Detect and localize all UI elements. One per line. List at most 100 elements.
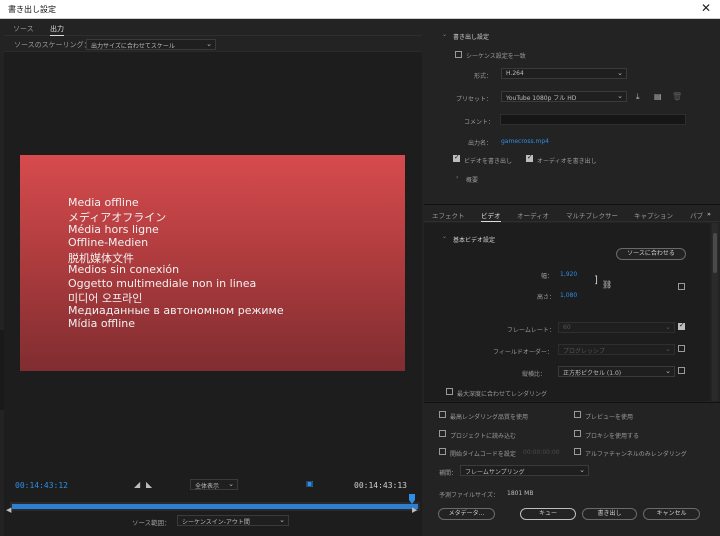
format-dropdown[interactable]: H.264 ⌄ bbox=[501, 68, 627, 79]
queue-button[interactable]: キュー bbox=[520, 508, 576, 520]
chevron-down-icon: ⌄ bbox=[617, 92, 623, 100]
chevron-down-icon: ⌄ bbox=[579, 466, 585, 474]
aspect-value: 正方形ピクセル (1.0) bbox=[563, 370, 622, 377]
output-name-link[interactable]: gamecross.mp4 bbox=[501, 138, 549, 145]
basic-video-title: 基本ビデオ設定 bbox=[453, 237, 496, 244]
chevron-down-icon: ⌄ bbox=[206, 40, 212, 48]
preview-line: Offline-Medien bbox=[68, 236, 149, 249]
timeline-range[interactable] bbox=[12, 504, 418, 509]
use-proxies-checkbox[interactable] bbox=[574, 430, 581, 437]
mark-out-icon[interactable]: ◣ bbox=[146, 480, 152, 489]
field-order-label: フィールドオーダー： bbox=[493, 349, 553, 356]
timecode-in[interactable]: 00:14:43:12 bbox=[15, 481, 68, 490]
match-sequence-label: シーケンス設定を一致 bbox=[466, 53, 526, 60]
filesize-value: 1801 MB bbox=[507, 490, 534, 497]
aspect-checkbox[interactable] bbox=[678, 367, 685, 374]
start-timecode-label: 開始タイムコードを設定 bbox=[450, 451, 516, 458]
source-range-dropdown[interactable]: シーケンスイン-アウト間 ⌄ bbox=[177, 515, 289, 526]
comment-label: コメント： bbox=[464, 119, 495, 126]
aspect-dropdown[interactable]: 正方形ピクセル (1.0) ⌄ bbox=[558, 366, 675, 377]
preset-dropdown[interactable]: YouTube 1080p フル HD ⌄ bbox=[501, 91, 627, 102]
scaling-dropdown[interactable]: 出力サイズに合わせてスケール ⌄ bbox=[86, 39, 216, 50]
max-depth-checkbox[interactable] bbox=[446, 388, 453, 395]
chevron-down-icon: ⌄ bbox=[665, 323, 671, 331]
tab-output[interactable]: 出力 bbox=[50, 24, 64, 36]
timecode-out[interactable]: 00:14:43:13 bbox=[354, 481, 407, 490]
import-preset-icon[interactable]: ▤ bbox=[654, 92, 662, 101]
match-sequence-checkbox[interactable] bbox=[455, 51, 462, 58]
tab-source[interactable]: ソース bbox=[13, 24, 34, 34]
tab-effects[interactable]: エフェクト bbox=[432, 210, 465, 220]
width-height-checkbox[interactable] bbox=[678, 283, 685, 290]
summary-label[interactable]: 概要 bbox=[466, 175, 478, 184]
playhead-icon[interactable] bbox=[409, 494, 415, 504]
use-previews-checkbox[interactable] bbox=[574, 411, 581, 418]
comment-field[interactable] bbox=[500, 114, 686, 125]
export-video-checkbox[interactable] bbox=[453, 153, 460, 162]
expand-icon[interactable]: ⌄ bbox=[442, 31, 447, 38]
scaling-row: ソースのスケーリング： 出力サイズに合わせてスケール ⌄ bbox=[4, 36, 422, 52]
tab-audio[interactable]: オーディオ bbox=[517, 210, 549, 220]
source-range-value: シーケンスイン-アウト間 bbox=[182, 519, 250, 526]
chevron-right-icon[interactable]: › bbox=[456, 174, 458, 181]
interp-value: フレームサンプリング bbox=[465, 469, 525, 476]
export-button[interactable]: 書き出し bbox=[582, 508, 637, 520]
metadata-button[interactable]: メタデータ... bbox=[438, 508, 495, 520]
chevron-down-icon: ⌄ bbox=[665, 367, 671, 375]
interp-dropdown[interactable]: フレームサンプリング ⌄ bbox=[460, 465, 589, 476]
start-timecode-value[interactable]: 00:00:00:00 bbox=[523, 449, 560, 456]
match-source-button[interactable]: ソースに合わせる bbox=[616, 248, 686, 260]
export-settings-window: 書き出し設定 ✕ ソース 出力 ソースのスケーリング： 出力サイズに合わせてスケ… bbox=[0, 0, 720, 536]
framerate-dropdown[interactable]: 60 ⌄ bbox=[558, 322, 675, 333]
alpha-only-checkbox[interactable] bbox=[574, 448, 581, 455]
output-name-label: 出力名： bbox=[468, 140, 493, 147]
scrollbar-thumb[interactable] bbox=[713, 233, 717, 273]
width-label: 幅： bbox=[541, 273, 554, 280]
field-order-value: プログレッシブ bbox=[563, 348, 606, 355]
in-point-icon[interactable]: ◀ bbox=[6, 506, 11, 514]
tab-captions[interactable]: キャプション bbox=[634, 210, 673, 220]
tab-publish[interactable]: パブ bbox=[690, 210, 703, 220]
tab-video[interactable]: ビデオ bbox=[481, 210, 501, 222]
link-icon[interactable]: ⛓ bbox=[602, 280, 612, 289]
more-tabs-icon[interactable]: » bbox=[707, 210, 711, 218]
preview-panel: ソース 出力 ソースのスケーリング： 出力サイズに合わせてスケール ⌄ Medi… bbox=[4, 20, 422, 536]
video-settings-scrollbar[interactable] bbox=[712, 223, 718, 401]
mark-in-icon[interactable]: ◢ bbox=[134, 480, 140, 489]
save-preset-icon[interactable]: ⤓ bbox=[636, 92, 640, 102]
preview-line: Oggetto multimediale non in linea bbox=[68, 277, 257, 290]
export-settings-title: 書き出し設定 bbox=[453, 34, 490, 41]
export-audio-checkbox[interactable] bbox=[526, 153, 533, 162]
safe-margins-icon[interactable]: ▣ bbox=[306, 479, 314, 488]
cancel-button[interactable]: キャンセル bbox=[643, 508, 700, 520]
height-value[interactable]: 1,080 bbox=[560, 292, 577, 299]
max-render-quality-checkbox[interactable] bbox=[439, 411, 446, 418]
import-project-checkbox[interactable] bbox=[439, 430, 446, 437]
close-icon[interactable]: ✕ bbox=[701, 1, 711, 15]
scaling-value: 出力サイズに合わせてスケール bbox=[91, 43, 175, 50]
chevron-down-icon: ⌄ bbox=[228, 480, 234, 488]
export-settings-section: ⌄ 書き出し設定 シーケンス設定を一致 形式： H.264 ⌄ プリセット： Y… bbox=[424, 20, 720, 205]
delete-preset-icon[interactable]: 🗑 bbox=[672, 92, 682, 101]
out-point-icon[interactable]: ▶ bbox=[412, 506, 417, 514]
expand-icon[interactable]: ⌄ bbox=[442, 233, 447, 240]
preview-line: Медиаданные в автономном режиме bbox=[68, 304, 284, 317]
tab-multiplexer[interactable]: マルチプレクサー bbox=[566, 210, 618, 220]
field-order-checkbox[interactable] bbox=[678, 345, 685, 352]
source-output-tabs: ソース 出力 bbox=[4, 20, 422, 36]
preview-line: Média hors ligne bbox=[68, 223, 159, 236]
format-value: H.264 bbox=[506, 70, 524, 77]
zoom-dropdown[interactable]: 全体表示 ⌄ bbox=[190, 479, 238, 490]
width-value[interactable]: 1,920 bbox=[560, 271, 577, 278]
field-order-dropdown[interactable]: プログレッシブ ⌄ bbox=[558, 344, 675, 355]
export-video-label: ビデオを書き出し bbox=[464, 158, 513, 165]
video-settings-section: ⌄ 基本ビデオ設定 ソースに合わせる 幅： 1,920 高さ： 1,080 ] … bbox=[424, 223, 710, 401]
framerate-value: 60 bbox=[563, 324, 571, 331]
bracket-icon: ] bbox=[594, 275, 598, 286]
start-timecode-checkbox[interactable] bbox=[439, 448, 446, 455]
chevron-down-icon: ⌄ bbox=[665, 345, 671, 353]
framerate-label: フレームレート： bbox=[507, 327, 555, 334]
preset-label: プリセット： bbox=[456, 96, 493, 103]
framerate-checkbox[interactable] bbox=[678, 321, 685, 330]
chevron-down-icon: ⌄ bbox=[617, 69, 623, 77]
